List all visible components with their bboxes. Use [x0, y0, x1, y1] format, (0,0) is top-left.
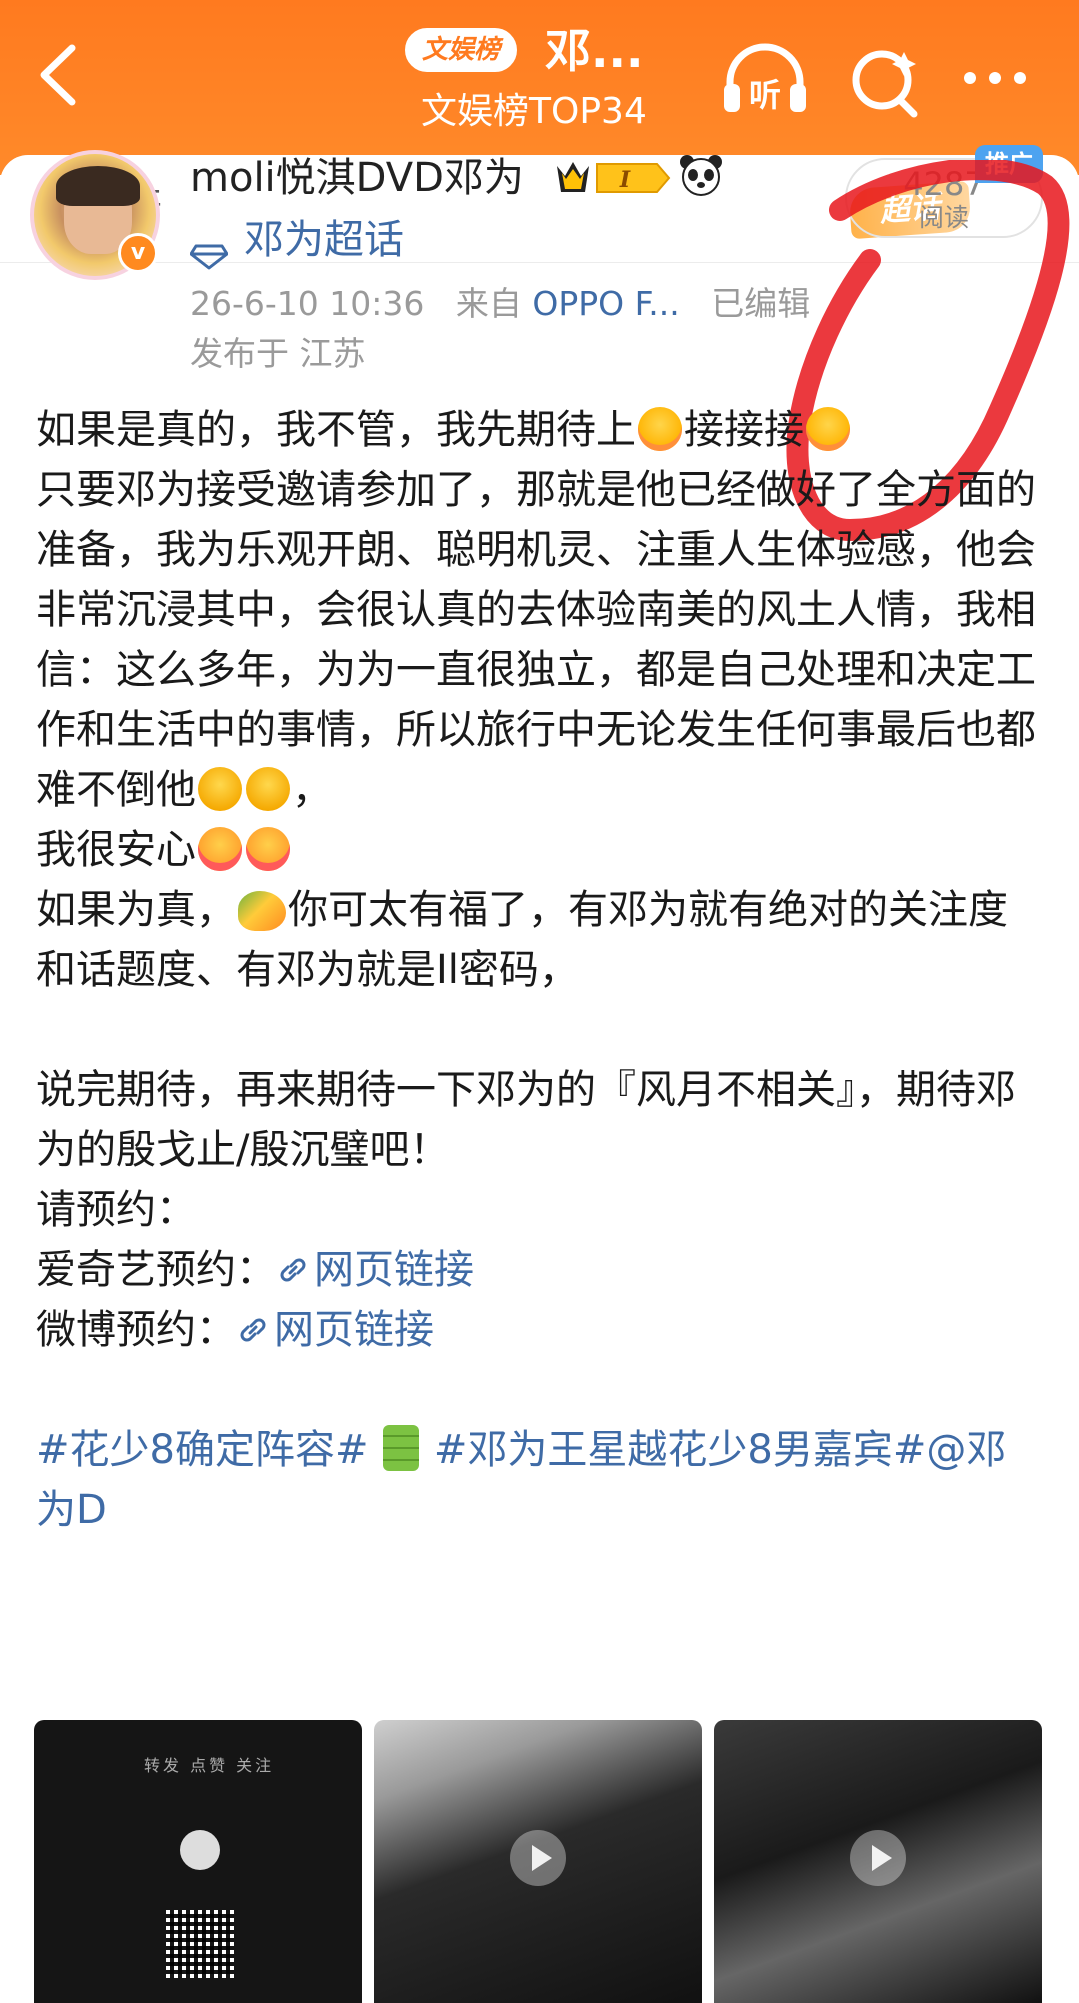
hashtag-line: #花少8确定阵容# #邓为王星越花少8男嘉宾#@邓为D	[36, 1420, 1046, 1540]
link-icon	[276, 1244, 310, 1282]
wenyu-rank-badge: 文娱榜	[405, 28, 518, 72]
hashtag-link[interactable]: #花少8确定阵容#	[36, 1427, 368, 1473]
thumbnail-2[interactable]	[374, 1720, 702, 2003]
post-timestamp: 26-6-10 10:36	[190, 284, 425, 323]
thumbnail-caption: 转发 点赞 关注	[144, 1756, 275, 1775]
listen-icon[interactable]: 听	[720, 40, 810, 120]
read-label: 阅读	[918, 203, 969, 232]
post-text: 我很安心	[36, 827, 196, 873]
link-icon	[236, 1304, 270, 1342]
panda-icon	[678, 152, 724, 198]
post-line: 微博预约： 网页链接	[36, 1300, 1046, 1360]
author-name[interactable]: moli悦淇DVD邓为	[190, 150, 524, 206]
play-icon[interactable]	[850, 1830, 906, 1886]
post-paragraph: 说完期待，再来期待一下邓为的『风月不相关』，期待邓为的殷戈止/殷沉璧吧！	[36, 1067, 1016, 1173]
source-prefix: 来自	[455, 284, 522, 323]
member-level-badge-icon: I	[553, 156, 671, 200]
weibo-reserve-label: 微博预约：	[36, 1307, 236, 1353]
post-line: 我很安心	[36, 820, 1046, 880]
thumbnail-3[interactable]	[714, 1720, 1042, 2003]
post-meta: 26-6-10 10:36 来自 OPPO F... 已编辑	[190, 280, 810, 328]
edited-label[interactable]: 已编辑	[711, 284, 810, 323]
promotion-tag: 推广	[975, 145, 1043, 183]
super-topic-label: 邓为超话	[244, 217, 404, 263]
super-topic-link[interactable]: 邓为超话	[189, 212, 404, 270]
blushing-emoji-icon	[806, 407, 850, 451]
diamond-icon	[189, 229, 229, 270]
post-text: ，	[292, 767, 332, 813]
post-paragraph: 只要邓为接受邀请参加了，那就是他已经做好了全方面的准备，我为乐观开朗、聪明机灵、…	[36, 460, 1046, 820]
page-title: 邓...	[545, 24, 644, 78]
link-label: 网页链接	[274, 1307, 434, 1353]
shocked-emoji-icon	[198, 767, 242, 811]
thumbnail-avatar	[180, 1830, 220, 1870]
shocked-emoji-icon	[246, 767, 290, 811]
post-text: 如果为真，	[36, 887, 236, 933]
post-content: 如果是真的，我不管，我先期待上 接接接 只要邓为接受邀请参加了，那就是他已经做好了…	[36, 400, 1046, 1540]
svg-text:I: I	[619, 167, 631, 193]
search-icon[interactable]	[840, 40, 930, 120]
rank-subtitle: 文娱榜TOP34	[421, 91, 647, 132]
post-line: 如果是真的，我不管，我先期待上 接接接	[36, 400, 1046, 460]
title-area[interactable]: 文娱榜 邓... 文娱榜TOP34	[405, 20, 725, 140]
post-text: 如果是真的，我不管，我先期待上	[36, 407, 636, 453]
verified-badge-icon: v	[118, 233, 158, 273]
play-icon[interactable]	[510, 1830, 566, 1886]
link-label: 网页链接	[314, 1247, 474, 1293]
post-line: 爱奇艺预约： 网页链接	[36, 1240, 1046, 1300]
weibo-web-link[interactable]: 网页链接	[236, 1307, 434, 1353]
bamboo-emoji-icon	[383, 1425, 420, 1471]
avatar-hair	[56, 166, 140, 206]
post-paragraph: 如果为真， 你可太有福了，有邓为就有绝对的关注度和话题度、有邓为就是Il密码，	[36, 880, 1046, 1000]
post-text: 只要邓为接受邀请参加了，那就是他已经做好了全方面的准备，我为乐观开朗、聪明机灵、…	[36, 467, 1036, 813]
iqiyi-reserve-label: 爱奇艺预约：	[36, 1247, 276, 1293]
back-icon[interactable]	[30, 40, 90, 110]
post-source[interactable]: OPPO F...	[532, 284, 679, 323]
qr-code-icon	[166, 1910, 234, 1978]
svg-text:听: 听	[749, 76, 781, 114]
iqiyi-web-link[interactable]: 网页链接	[276, 1247, 474, 1293]
top-bar: 文娱榜 邓... 文娱榜TOP34 听	[0, 0, 1079, 175]
mango-emoji-icon	[238, 891, 286, 931]
post-text: 接接接	[684, 407, 804, 453]
thumbnail-1[interactable]: 转发 点赞 关注	[34, 1720, 362, 2003]
hugging-emoji-icon	[246, 827, 290, 871]
post-line: 请预约：	[36, 1187, 196, 1233]
post-location: 发布于 江苏	[190, 334, 366, 373]
hashtag-link[interactable]: #邓为王星越花少8男嘉宾#	[434, 1427, 926, 1473]
blushing-emoji-icon	[638, 407, 682, 451]
more-icon[interactable]	[950, 40, 1040, 120]
hugging-emoji-icon	[198, 827, 242, 871]
